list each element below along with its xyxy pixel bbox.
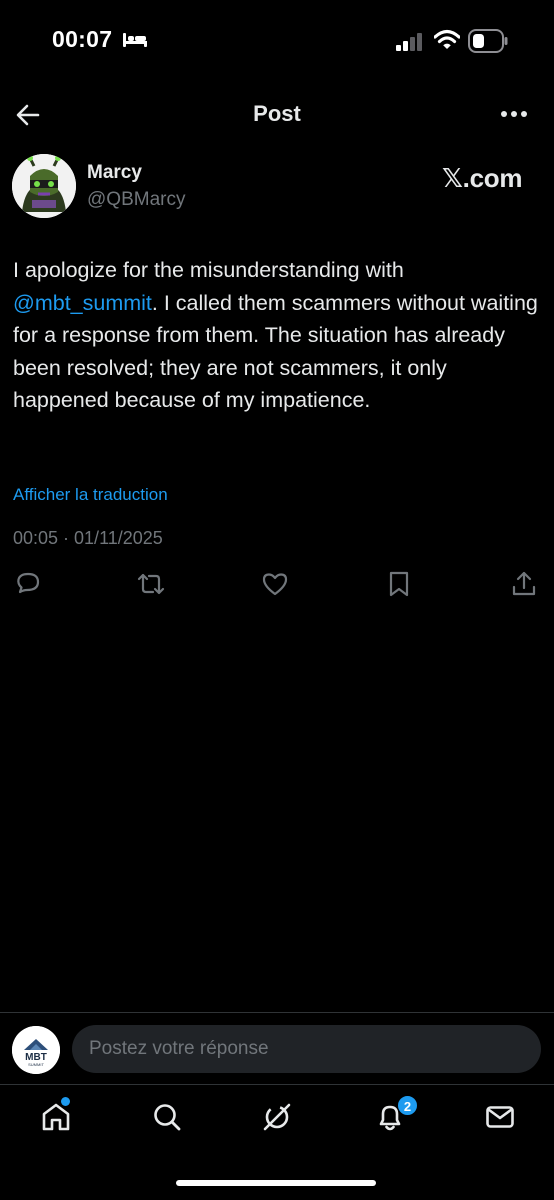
top-nav-bar: Post	[0, 84, 554, 146]
post-card: Marcy @QBMarcy 𝕏.com I apologize for the…	[0, 146, 554, 608]
bookmark-icon[interactable]	[386, 570, 412, 603]
wifi-icon	[433, 29, 461, 56]
status-bar: 00:07	[0, 0, 554, 84]
notification-count-badge: 2	[397, 1095, 418, 1116]
page-title: Post	[253, 101, 301, 126]
author-handle: @QBMarcy	[87, 189, 186, 210]
status-time: 00:07	[52, 26, 113, 52]
reply-composer: MBT SUMMIT	[0, 1012, 554, 1084]
home-unread-dot	[61, 1097, 70, 1106]
mbt-summit-avatar[interactable]: MBT SUMMIT	[12, 1026, 60, 1074]
repost-icon[interactable]	[136, 570, 166, 603]
post-text: I apologize for the misunderstanding wit…	[13, 254, 538, 417]
reply-icon[interactable]	[14, 570, 42, 603]
post-actions	[0, 570, 554, 600]
post-timestamp: 00:05 · 01/11/2025	[13, 528, 163, 548]
author-name[interactable]: Marcy	[87, 162, 142, 184]
mention-link[interactable]: @mbt_summit	[13, 291, 152, 315]
more-options-icon[interactable]	[500, 106, 528, 127]
mbt-logo-subtext: SUMMIT	[28, 1062, 44, 1067]
signal-icon	[396, 33, 424, 56]
reply-input[interactable]	[72, 1025, 541, 1073]
like-icon[interactable]	[261, 570, 289, 603]
battery-icon	[468, 29, 508, 58]
bottom-tab-bar: 2	[0, 1084, 554, 1200]
x-com-watermark: 𝕏.com	[442, 163, 523, 193]
search-icon[interactable]	[151, 1101, 183, 1138]
home-indicator	[176, 1180, 376, 1186]
grok-icon[interactable]	[261, 1101, 293, 1138]
author-avatar[interactable]	[12, 154, 76, 218]
messages-icon[interactable]	[484, 1101, 516, 1138]
share-icon[interactable]	[510, 570, 538, 603]
home-icon[interactable]	[40, 1101, 72, 1138]
translate-link[interactable]: Afficher la traduction	[13, 485, 168, 505]
sleep-icon	[122, 31, 148, 54]
post-text-start: I apologize for the misunderstanding wit…	[13, 258, 404, 282]
